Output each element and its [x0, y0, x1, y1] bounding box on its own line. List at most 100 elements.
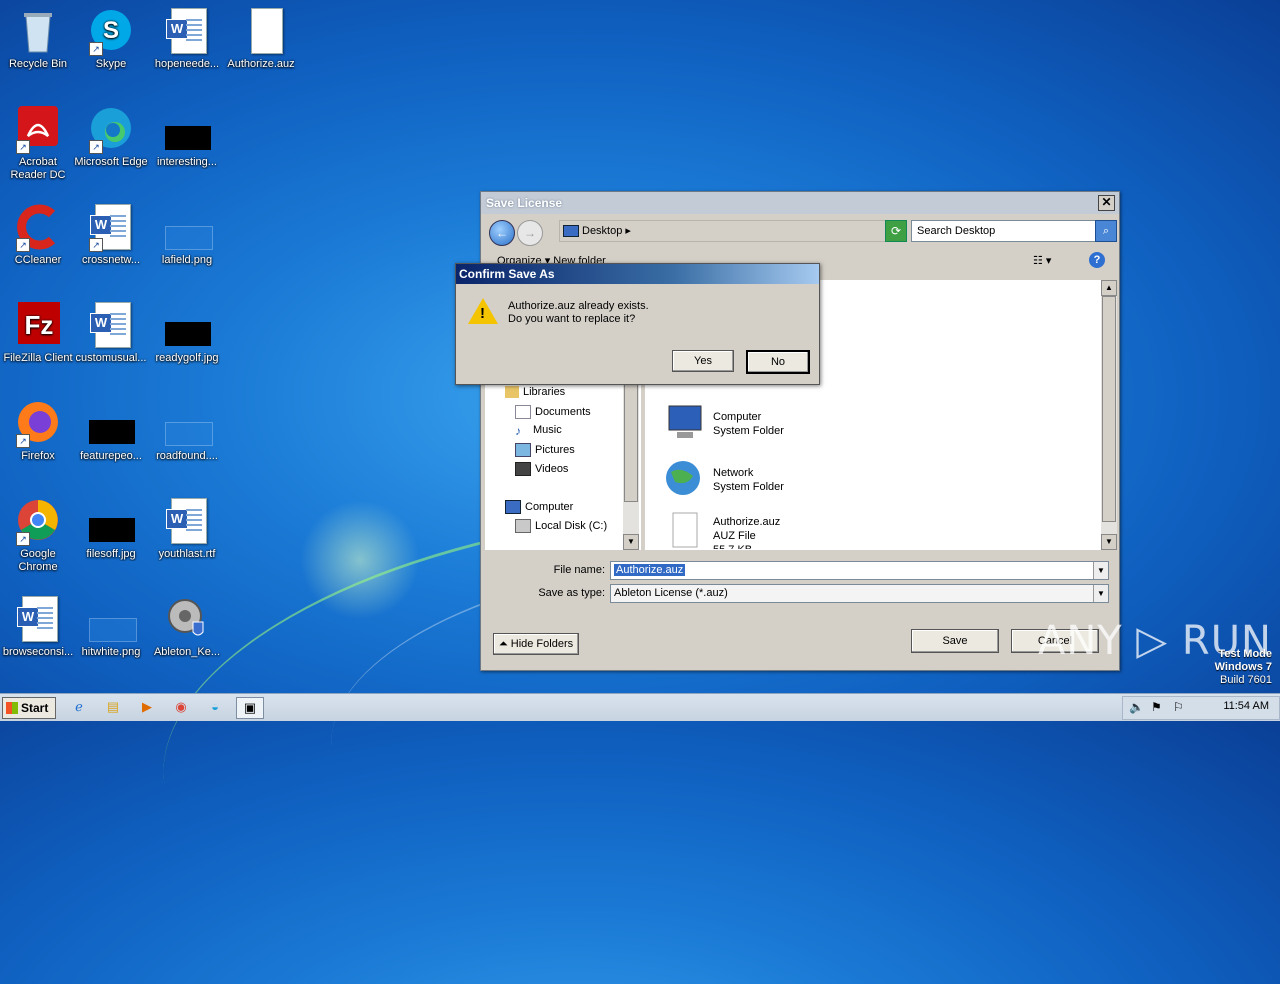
windows-logo-icon	[6, 702, 18, 714]
taskbar: Start ℯ ▤ ▶ ◉ ◒ ▣ 🔈 ⚑ ⚐ 11:54 AM	[0, 693, 1280, 721]
recycle-bin-icon	[14, 8, 62, 56]
desktop-icon-firefox[interactable]: ↗ Firefox	[0, 400, 76, 463]
skype-icon: S ↗	[87, 8, 135, 56]
network-globe-icon	[663, 460, 705, 500]
nav-music[interactable]: ♪ Music	[515, 424, 562, 439]
music-icon: ♪	[515, 424, 521, 439]
desktop-icon-browseconsi[interactable]: W browseconsi...	[0, 596, 76, 659]
network-tray-icon[interactable]: ⚑	[1151, 700, 1162, 714]
save-type-select[interactable]: Ableton License (*.auz) ▼	[610, 584, 1109, 603]
search-icon[interactable]: ⌕	[1095, 220, 1117, 242]
desktop-icon-ccleaner[interactable]: ↗ CCleaner	[0, 204, 76, 267]
file-item-authorize[interactable]: Authorize.auz AUZ File 55,7 KB	[672, 512, 780, 549]
word-document-icon: W ↗	[87, 204, 135, 252]
desktop-folder-icon	[563, 225, 579, 237]
image-thumbnail-icon	[163, 204, 213, 252]
help-icon[interactable]: ?	[1089, 252, 1105, 268]
active-window-icon[interactable]: ▣	[236, 697, 264, 719]
nav-libraries[interactable]: Libraries	[505, 386, 565, 399]
edge-taskbar-icon[interactable]: ◒	[204, 697, 226, 717]
desktop-icon-lafield[interactable]: lafield.png	[149, 204, 225, 267]
shortcut-arrow-icon: ↗	[89, 42, 103, 56]
file-item-computer[interactable]: Computer System Folder	[668, 405, 784, 438]
scroll-up-icon[interactable]: ▲	[1101, 280, 1117, 296]
videos-icon	[515, 462, 531, 476]
no-button[interactable]: No	[746, 350, 810, 374]
desktop-icon-recycle-bin[interactable]: Recycle Bin	[0, 8, 76, 71]
edge-icon: ↗	[87, 106, 135, 154]
desktop-icon-filezilla[interactable]: Fz FileZilla Client	[0, 302, 76, 365]
clock[interactable]: 11:54 AM	[1223, 700, 1269, 712]
file-item-network[interactable]: Network System Folder	[666, 461, 784, 495]
desktop-icon-hopeneede[interactable]: W hopeneede...	[149, 8, 225, 71]
desktop-icon-featurepeo[interactable]: featurepeo...	[73, 400, 149, 463]
filezilla-icon: Fz	[14, 302, 62, 350]
save-button[interactable]: Save	[911, 629, 999, 653]
shortcut-arrow-icon: ↗	[89, 238, 103, 252]
volume-icon[interactable]: 🔈	[1129, 700, 1144, 714]
image-thumbnail-icon	[163, 106, 211, 154]
desktop-icon-crossnetw[interactable]: W ↗ crossnetw...	[73, 204, 149, 267]
search-input[interactable]: Search Desktop	[911, 220, 1096, 242]
address-bar[interactable]: Desktop ▸ ▼	[559, 220, 903, 242]
desktop-icon-authorize[interactable]: Authorize.auz	[223, 8, 299, 71]
desktop-icon-edge[interactable]: ↗ Microsoft Edge	[73, 106, 149, 169]
scroll-thumb[interactable]	[624, 370, 638, 502]
word-document-icon: W	[14, 596, 62, 644]
image-thumbnail-icon	[163, 302, 211, 350]
scroll-down-icon[interactable]: ▼	[623, 534, 639, 550]
desktop-icon-interesting[interactable]: interesting...	[149, 106, 225, 169]
blank-file-icon	[237, 8, 285, 56]
view-options-icon[interactable]: ☷ ▾	[1033, 254, 1051, 267]
nav-local-disk[interactable]: Local Disk (C:)	[515, 519, 607, 533]
content-scrollbar[interactable]: ▲ ▼	[1101, 280, 1117, 550]
acrobat-icon: ↗	[14, 106, 62, 154]
action-center-icon[interactable]: ⚐	[1173, 700, 1184, 714]
yes-button[interactable]: Yes	[672, 350, 734, 372]
confirm-message: Authorize.auz already exists. Do you wan…	[508, 300, 649, 325]
media-player-icon[interactable]: ▶	[136, 697, 158, 717]
nav-documents[interactable]: Documents	[515, 405, 591, 419]
word-document-icon: W	[87, 302, 135, 350]
chevron-down-icon[interactable]: ▼	[1093, 585, 1108, 602]
chevron-down-icon[interactable]: ▼	[1093, 562, 1108, 579]
file-explorer-icon[interactable]: ▤	[102, 697, 124, 717]
close-button[interactable]: ✕	[1098, 195, 1115, 211]
desktop-icon-youthlast[interactable]: W youthlast.rtf	[149, 498, 225, 561]
scroll-thumb[interactable]	[1102, 296, 1116, 522]
refresh-icon[interactable]: ⟳	[885, 220, 907, 242]
blank-file-icon	[663, 509, 705, 549]
internet-explorer-icon[interactable]: ℯ	[68, 697, 90, 717]
word-document-icon: W	[163, 498, 211, 546]
nav-pictures[interactable]: Pictures	[515, 443, 575, 457]
desktop-icon-chrome[interactable]: ↗ Google Chrome	[0, 498, 76, 574]
firefox-icon: ↗	[14, 400, 62, 448]
computer-icon	[505, 500, 521, 514]
nav-videos[interactable]: Videos	[515, 462, 568, 476]
desktop-icon-customusual[interactable]: W customusual...	[73, 302, 149, 365]
nav-computer[interactable]: Computer	[505, 500, 573, 514]
desktop-icon-hitwhite[interactable]: hitwhite.png	[73, 596, 149, 659]
desktop-icon-filesoff[interactable]: filesoff.jpg	[73, 498, 149, 561]
save-type-label: Save as type:	[538, 587, 605, 599]
svg-text:Fz: Fz	[25, 310, 54, 340]
desktop-icon-ableton[interactable]: Ableton_Ke...	[149, 596, 225, 659]
scroll-down-icon[interactable]: ▼	[1101, 534, 1117, 550]
word-document-icon: W	[163, 8, 211, 56]
start-button[interactable]: Start	[2, 697, 56, 719]
desktop-icon-readygolf[interactable]: readygolf.jpg	[149, 302, 225, 365]
desktop-icon-acrobat[interactable]: ↗ Acrobat Reader DC	[0, 106, 76, 182]
libraries-icon	[505, 386, 519, 399]
file-name-input[interactable]: Authorize.auz ▼	[610, 561, 1109, 580]
desktop-icon-skype[interactable]: S ↗ Skype	[73, 8, 149, 71]
hide-folders-button[interactable]: ⏶ Hide Folders	[493, 633, 579, 655]
dialog-title: Save License	[481, 192, 1119, 214]
confirm-save-as-dialog: Confirm Save As ! Authorize.auz already …	[455, 263, 820, 385]
forward-arrow-icon[interactable]: →	[517, 220, 543, 246]
computer-icon	[663, 404, 705, 444]
desktop-icon-roadfound[interactable]: roadfound....	[149, 400, 225, 463]
shortcut-arrow-icon: ↗	[89, 140, 103, 154]
system-tray: 🔈 ⚑ ⚐ 11:54 AM	[1122, 696, 1280, 720]
back-arrow-icon[interactable]: ←	[489, 220, 515, 246]
chrome-taskbar-icon[interactable]: ◉	[170, 697, 192, 717]
